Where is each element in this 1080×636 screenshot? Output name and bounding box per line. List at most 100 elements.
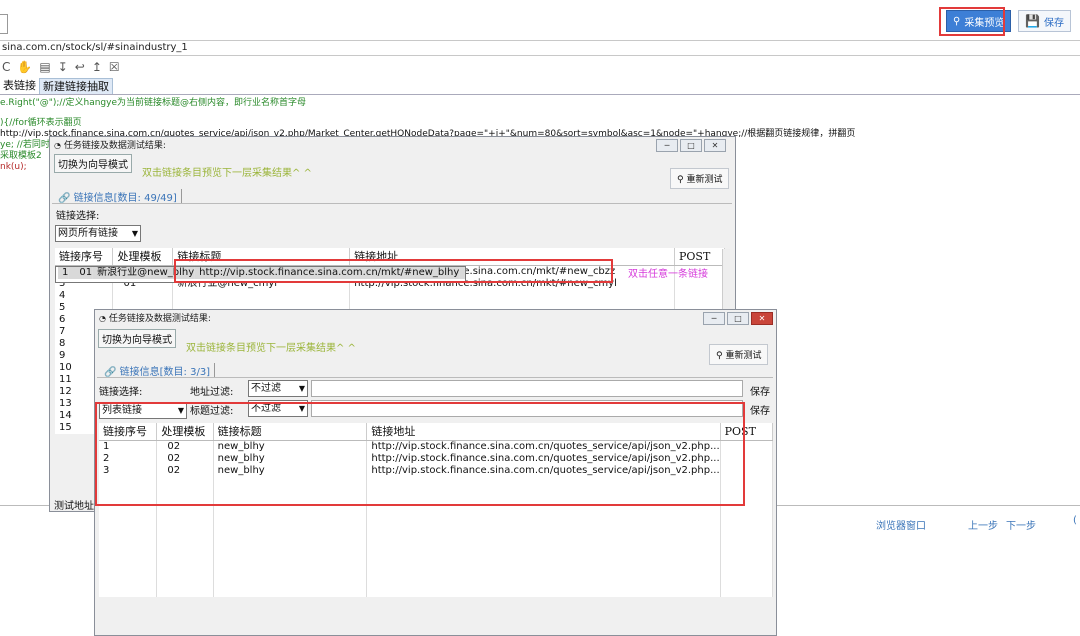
save-filter-1[interactable]: 保存 bbox=[750, 383, 770, 398]
cell-url bbox=[366, 572, 721, 585]
search-icon: ⚲ bbox=[716, 351, 723, 361]
table-row[interactable] bbox=[99, 536, 774, 549]
cell-index bbox=[99, 536, 158, 549]
preview-highlight-box bbox=[939, 7, 1005, 36]
cell-title bbox=[213, 548, 368, 561]
link-select-label: 链接选择: bbox=[56, 211, 100, 222]
address-filter-input[interactable] bbox=[311, 380, 743, 397]
table-row[interactable] bbox=[99, 560, 774, 573]
cell-title bbox=[172, 289, 351, 302]
maximize-icon[interactable]: □ bbox=[680, 139, 702, 152]
minimize-icon[interactable]: ─ bbox=[656, 139, 678, 152]
cell-index bbox=[99, 512, 158, 525]
info-panel-line bbox=[52, 203, 732, 204]
cell-url bbox=[366, 512, 721, 525]
cell-title bbox=[213, 536, 368, 549]
double-click-annotation: 双击任意一条链接 bbox=[628, 269, 708, 280]
cell-index bbox=[99, 548, 158, 561]
tab-list-link[interactable]: 表链接 bbox=[0, 78, 39, 94]
hint-text: 双击链接条目预览下一层采集结果^ ^ bbox=[186, 343, 356, 354]
cell-post bbox=[720, 512, 774, 525]
cell-template: 01 bbox=[68, 266, 94, 279]
switch-wizard-button[interactable]: 切换为向导模式 bbox=[54, 154, 132, 173]
code-line-1: e.Right("@");//定义hangye为当前链接标题@右侧内容，即行业名… bbox=[0, 98, 306, 108]
cell-url bbox=[366, 548, 721, 561]
editor-tabs: 表链接 新建链接抽取 bbox=[0, 78, 1080, 95]
next-step-link[interactable]: 下一步 bbox=[1006, 517, 1036, 532]
test-address-label: 测试地址: bbox=[54, 501, 98, 512]
address-filter-select[interactable]: 不过滤 ▼ bbox=[248, 380, 308, 397]
link-info-tab[interactable]: 🔗 链接信息[数目: 3/3] bbox=[104, 363, 216, 378]
window-2-title: ◔ 任务链接及数据测试结果: bbox=[99, 314, 211, 324]
help-icon[interactable]: ( bbox=[1073, 515, 1077, 526]
cell-post bbox=[720, 584, 774, 597]
switch-wizard-button[interactable]: 切换为向导模式 bbox=[98, 329, 176, 348]
save-label: 保存 bbox=[1043, 17, 1064, 29]
arrow-loop-icon[interactable]: ↩ bbox=[75, 60, 85, 74]
window-1-title: ◔ 任务链接及数据测试结果: bbox=[54, 141, 166, 151]
cell-url bbox=[366, 560, 721, 573]
arrow-down-icon[interactable]: ↧ bbox=[58, 60, 68, 74]
cell-post bbox=[720, 524, 774, 537]
retest-button[interactable]: ⚲ 重新测试 bbox=[709, 344, 769, 365]
chevron-down-icon: ▼ bbox=[131, 229, 138, 238]
cell-index: 4 bbox=[55, 289, 114, 302]
app-root: ⚲ 采集预览 💾 保存 sina.com.cn/stock/sl/#sinain… bbox=[0, 0, 1080, 636]
address-bar[interactable]: sina.com.cn/stock/sl/#sinaindustry_1 bbox=[0, 40, 1080, 56]
list-icon[interactable]: ▤ bbox=[39, 60, 50, 74]
col-index[interactable]: 链接序号 bbox=[55, 248, 114, 266]
code-line-4: ye; //若同时 bbox=[0, 140, 50, 150]
cell-url bbox=[366, 524, 721, 537]
arrow-up-icon[interactable]: ↥ bbox=[92, 60, 102, 74]
refresh-icon[interactable]: C bbox=[2, 60, 10, 74]
cell-index bbox=[99, 524, 158, 537]
save-filter-2[interactable]: 保存 bbox=[750, 402, 770, 417]
save-icon: 💾 bbox=[1025, 14, 1040, 28]
browser-window-link[interactable]: 浏览器窗口 bbox=[876, 517, 926, 532]
close-icon[interactable]: ✕ bbox=[751, 312, 773, 325]
info-panel-line bbox=[97, 377, 773, 378]
link-info-tab[interactable]: 🔗 链接信息[数目: 49/49] bbox=[58, 189, 182, 204]
prev-step-link[interactable]: 上一步 bbox=[968, 517, 998, 532]
cell-template bbox=[112, 289, 174, 302]
cell-url bbox=[366, 536, 721, 549]
maximize-icon[interactable]: □ bbox=[727, 312, 749, 325]
editor-toolbar: C ✋ ▤ ↧ ↩ ↥ ☒ bbox=[0, 58, 120, 76]
minimize-icon[interactable]: ─ bbox=[703, 312, 725, 325]
close-box-icon[interactable]: ☒ bbox=[109, 60, 120, 74]
col-template[interactable]: 处理模板 bbox=[112, 248, 174, 266]
cell-template bbox=[156, 560, 214, 573]
window-2-controls: ─ □ ✕ bbox=[703, 312, 773, 325]
cell-index: 1 bbox=[58, 266, 70, 279]
cell-title bbox=[213, 524, 368, 537]
hand-icon[interactable]: ✋ bbox=[17, 60, 32, 74]
table-row[interactable] bbox=[99, 584, 774, 597]
save-button[interactable]: 💾 保存 bbox=[1018, 10, 1071, 32]
cell-title bbox=[213, 584, 368, 597]
cell-url bbox=[366, 584, 721, 597]
cell-index bbox=[99, 560, 158, 573]
cell-post bbox=[720, 560, 774, 573]
table-row[interactable]: 4 bbox=[55, 289, 725, 302]
menu-box[interactable] bbox=[0, 14, 8, 34]
cell-post bbox=[720, 548, 774, 561]
window-2-highlight-box bbox=[95, 402, 745, 506]
address-filter-label: 地址过滤: bbox=[190, 387, 234, 398]
table-row[interactable] bbox=[99, 548, 774, 561]
retest-button[interactable]: ⚲ 重新测试 bbox=[670, 168, 730, 189]
cell-template bbox=[156, 572, 214, 585]
table-row[interactable] bbox=[99, 524, 774, 537]
close-icon[interactable]: ✕ bbox=[704, 139, 726, 152]
cell-index bbox=[99, 584, 158, 597]
cell-post bbox=[720, 572, 774, 585]
app-icon: ◔ bbox=[99, 314, 106, 323]
hint-text: 双击链接条目预览下一层采集结果^ ^ bbox=[142, 168, 312, 179]
link-select[interactable]: 网页所有链接 ▼ bbox=[55, 225, 141, 242]
table-row[interactable] bbox=[99, 512, 774, 525]
cell-index bbox=[99, 572, 158, 585]
tab-new-extract[interactable]: 新建链接抽取 bbox=[39, 78, 113, 94]
cell-template bbox=[156, 536, 214, 549]
code-line-5: 采取模板2 bbox=[0, 151, 42, 161]
table-row[interactable] bbox=[99, 572, 774, 585]
col-post[interactable]: POST bbox=[674, 248, 725, 266]
